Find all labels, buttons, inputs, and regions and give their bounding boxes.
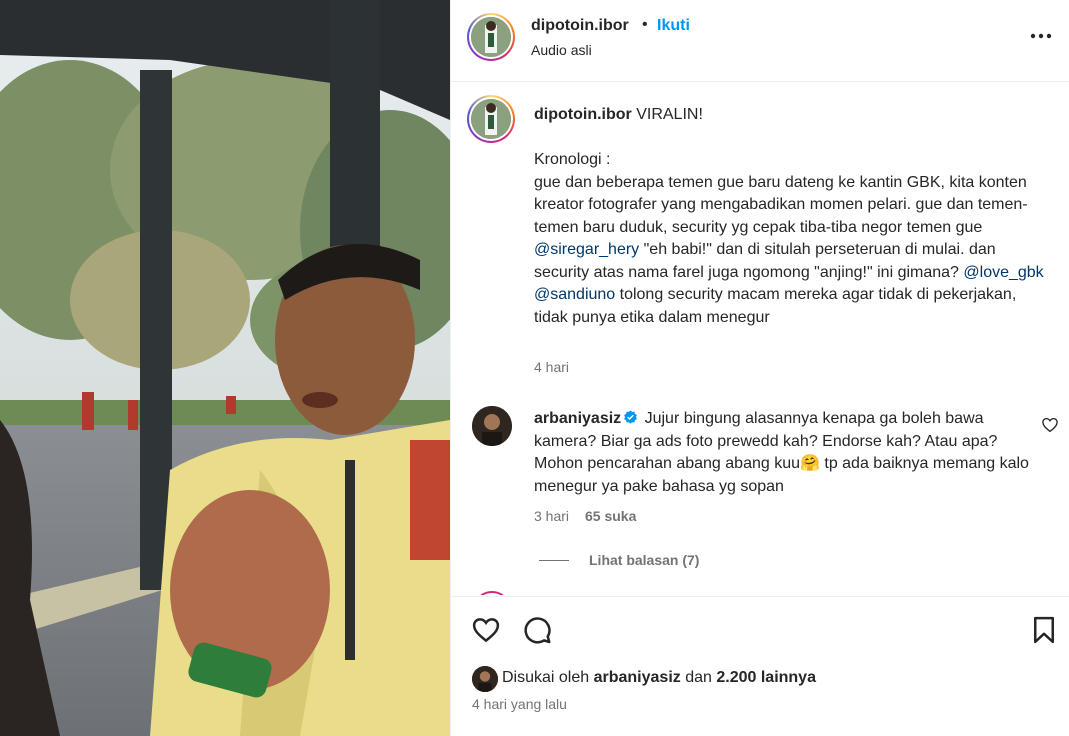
mention-sandiuno[interactable]: @sandiuno xyxy=(534,286,615,303)
mention-siregar-hery[interactable]: @siregar_hery xyxy=(534,241,639,258)
comment-timestamp[interactable]: 3 hari xyxy=(534,508,569,524)
bookmark-icon[interactable] xyxy=(1029,615,1059,645)
likes-summary: Disukai oleh arbaniyasiz dan 2.200 lainn… xyxy=(502,669,816,687)
caption-username[interactable]: dipotoin.ibor xyxy=(534,106,632,123)
audio-link[interactable]: Audio asli xyxy=(531,42,592,58)
mention-love-gbk[interactable]: @love_gbk xyxy=(963,264,1043,281)
liker-avatar[interactable] xyxy=(472,666,498,692)
post-actions: Disukai oleh arbaniyasiz dan 2.200 lainn… xyxy=(451,596,1069,736)
post-video[interactable] xyxy=(0,0,450,736)
caption-author-avatar[interactable] xyxy=(467,95,515,143)
hugging-emoji: 🤗 xyxy=(800,455,820,472)
author-avatar[interactable] xyxy=(467,13,515,61)
heart-icon[interactable] xyxy=(471,615,501,645)
caption-first-line: VIRALIN! xyxy=(631,106,703,123)
commenter-username[interactable]: arbaniyasiz xyxy=(534,410,621,427)
verified-badge-icon xyxy=(624,410,638,424)
caption-kronologi: Kronologi : xyxy=(534,151,611,168)
post-details-panel: dipotoin.ibor • Ikuti Audio asli dipotoi… xyxy=(450,0,1069,736)
caption-timestamp[interactable]: 4 hari xyxy=(534,359,569,375)
author-username[interactable]: dipotoin.ibor xyxy=(531,17,629,35)
comments-section: dipotoin.ibor VIRALIN! Kronologi : gue d… xyxy=(451,83,1069,595)
caption-body-a: gue dan beberapa temen gue baru dateng k… xyxy=(534,173,1028,236)
view-replies-button[interactable]: Lihat balasan (7) xyxy=(589,552,699,568)
post-timestamp[interactable]: 4 hari yang lalu xyxy=(472,696,567,712)
replies-divider xyxy=(539,560,569,561)
liked-by-user[interactable]: arbaniyasiz xyxy=(594,669,681,686)
liked-prefix: Disukai oleh xyxy=(502,669,594,686)
comment-text: arbaniyasiz Jujur bingung alasannya kena… xyxy=(534,408,1034,498)
heart-outline-icon[interactable] xyxy=(1041,416,1059,434)
next-comment-avatar[interactable] xyxy=(473,591,511,595)
liked-count[interactable]: 2.200 lainnya xyxy=(716,669,816,686)
separator-dot: • xyxy=(642,16,648,33)
commenter-avatar[interactable] xyxy=(472,406,512,446)
post-header: dipotoin.ibor • Ikuti Audio asli xyxy=(451,0,1069,82)
more-options-icon[interactable] xyxy=(1027,22,1055,50)
liked-middle: dan xyxy=(680,669,717,686)
comment-icon[interactable] xyxy=(522,615,552,645)
video-frame xyxy=(0,0,450,736)
comment-likes[interactable]: 65 suka xyxy=(585,508,636,524)
follow-button[interactable]: Ikuti xyxy=(657,17,690,35)
post-caption: dipotoin.ibor VIRALIN! Kronologi : gue d… xyxy=(534,104,1054,329)
